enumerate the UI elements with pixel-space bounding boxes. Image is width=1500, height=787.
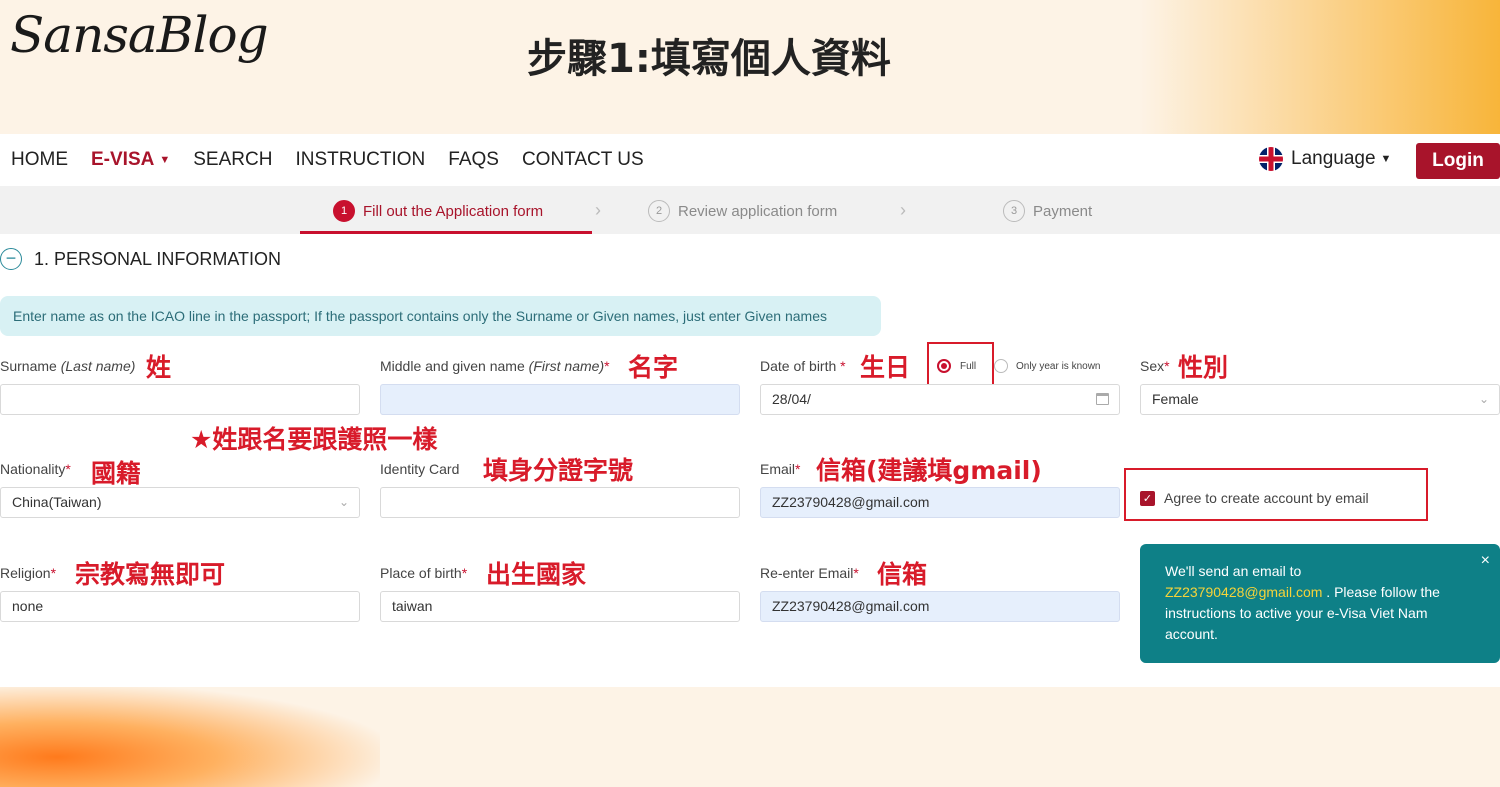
email-toast: × We'll send an email to ZZ23790428@gmai…: [1140, 544, 1500, 663]
agree-checkbox[interactable]: ✓: [1140, 491, 1155, 506]
login-button[interactable]: Login: [1416, 143, 1500, 179]
toast-email: ZZ23790428@gmail.com: [1165, 584, 1323, 600]
annotation-nationality: 國籍: [91, 459, 142, 488]
step-1: 1 Fill out the Application form: [333, 200, 543, 222]
caret-down-icon: ▼: [1380, 153, 1392, 165]
nav-home[interactable]: HOME: [11, 149, 68, 171]
calendar-icon[interactable]: [1096, 393, 1109, 405]
surname-input[interactable]: [0, 384, 360, 415]
decorative-gradient-bottom-left: [0, 687, 380, 787]
annotation-religion: 宗教寫無即可: [75, 560, 226, 589]
annotation-email: 信箱(建議填gmail): [816, 456, 1042, 485]
progress-steps: 1 Fill out the Application form › 2 Revi…: [0, 186, 1500, 234]
decorative-gradient-top-right: [1140, 0, 1500, 140]
religion-input[interactable]: none: [0, 591, 360, 622]
email-label: Email*: [760, 461, 801, 477]
surname-label: Surname (Last name): [0, 358, 136, 374]
step-label: Fill out the Application form: [363, 202, 544, 220]
toast-body: ZZ23790428@gmail.com . Please follow the…: [1165, 582, 1476, 645]
step-number: 1: [333, 200, 355, 222]
reenter-email-input[interactable]: ZZ23790428@gmail.com: [760, 591, 1120, 622]
radio-year-only-label: Only year is known: [1016, 361, 1101, 372]
chevron-down-icon: ⌄: [338, 495, 349, 509]
collapse-icon[interactable]: −: [0, 248, 22, 270]
annotation-name-note: ★姓跟名要跟護照一樣: [190, 425, 438, 454]
active-step-underline: [300, 231, 592, 234]
nationality-value: China(Taiwan): [12, 494, 102, 510]
language-selector[interactable]: Language ▼: [1259, 147, 1391, 171]
annotation-dob: 生日: [860, 353, 911, 382]
nav-evisa-label: E-VISA: [91, 149, 155, 170]
toast-line1: We'll send an email to: [1165, 563, 1302, 579]
language-label: Language: [1291, 148, 1376, 169]
step-label: Payment: [1033, 202, 1093, 220]
dob-label: Date of birth *: [760, 358, 846, 374]
info-message: Enter name as on the ICAO line in the pa…: [0, 296, 881, 336]
radio-full-label: Full: [960, 361, 977, 372]
chevron-right-icon: ›: [900, 200, 906, 220]
nationality-select[interactable]: China(Taiwan) ⌄: [0, 487, 360, 518]
nav-instruction[interactable]: INSTRUCTION: [295, 149, 425, 171]
annotation-surname: 姓: [146, 353, 172, 382]
chevron-down-icon: ⌄: [1478, 392, 1489, 406]
identity-card-label: Identity Card: [380, 461, 460, 477]
given-name-label: Middle and given name (First name)*: [380, 358, 610, 374]
step-2: 2 Review application form: [648, 200, 837, 222]
annotation-place-of-birth: 出生國家: [486, 560, 587, 589]
nav-faqs[interactable]: FAQS: [448, 149, 499, 171]
email-input[interactable]: ZZ23790428@gmail.com: [760, 487, 1120, 518]
caret-down-icon: ▼: [159, 153, 171, 166]
identity-card-input[interactable]: [380, 487, 740, 518]
given-name-input[interactable]: [380, 384, 740, 415]
screenshot-panel: HOME E-VISA ▼ SEARCH INSTRUCTION FAQS CON…: [0, 134, 1500, 687]
place-of-birth-input[interactable]: taiwan: [380, 591, 740, 622]
sex-select[interactable]: Female ⌄: [1140, 384, 1500, 415]
nationality-label: Nationality*: [0, 461, 71, 477]
close-icon[interactable]: ×: [1481, 550, 1490, 571]
sex-value: Female: [1152, 391, 1199, 407]
nav-contact-us[interactable]: CONTACT US: [522, 149, 644, 171]
dob-value: 28/04/: [772, 391, 811, 407]
chevron-right-icon: ›: [595, 200, 601, 220]
nav-search[interactable]: SEARCH: [193, 149, 272, 171]
reenter-email-label: Re-enter Email*: [760, 565, 859, 581]
religion-label: Religion*: [0, 565, 57, 581]
dob-input[interactable]: 28/04/: [760, 384, 1120, 415]
section-header[interactable]: − 1. PERSONAL INFORMATION: [0, 248, 281, 270]
step-number: 2: [648, 200, 670, 222]
annotation-identity-card: 填身分證字號: [483, 456, 634, 485]
annotation-reenter-email: 信箱: [877, 560, 928, 589]
step-label: Review application form: [678, 202, 838, 220]
radio-full[interactable]: [937, 359, 951, 373]
nav-evisa[interactable]: E-VISA ▼: [91, 149, 170, 171]
sex-label: Sex*: [1140, 358, 1170, 374]
step-3: 3 Payment: [1003, 200, 1092, 222]
radio-year-only[interactable]: [994, 359, 1008, 373]
agree-label: Agree to create account by email: [1164, 490, 1369, 506]
place-of-birth-label: Place of birth*: [380, 565, 468, 581]
section-title: 1. PERSONAL INFORMATION: [34, 248, 282, 269]
uk-flag-icon: [1259, 147, 1283, 171]
blog-logo: SansaBlog: [10, 6, 269, 64]
annotation-sex: 性別: [1178, 353, 1229, 382]
step-number: 3: [1003, 200, 1025, 222]
annotation-given-name: 名字: [628, 353, 679, 382]
page-title: 步驟1:填寫個人資料: [527, 36, 891, 82]
